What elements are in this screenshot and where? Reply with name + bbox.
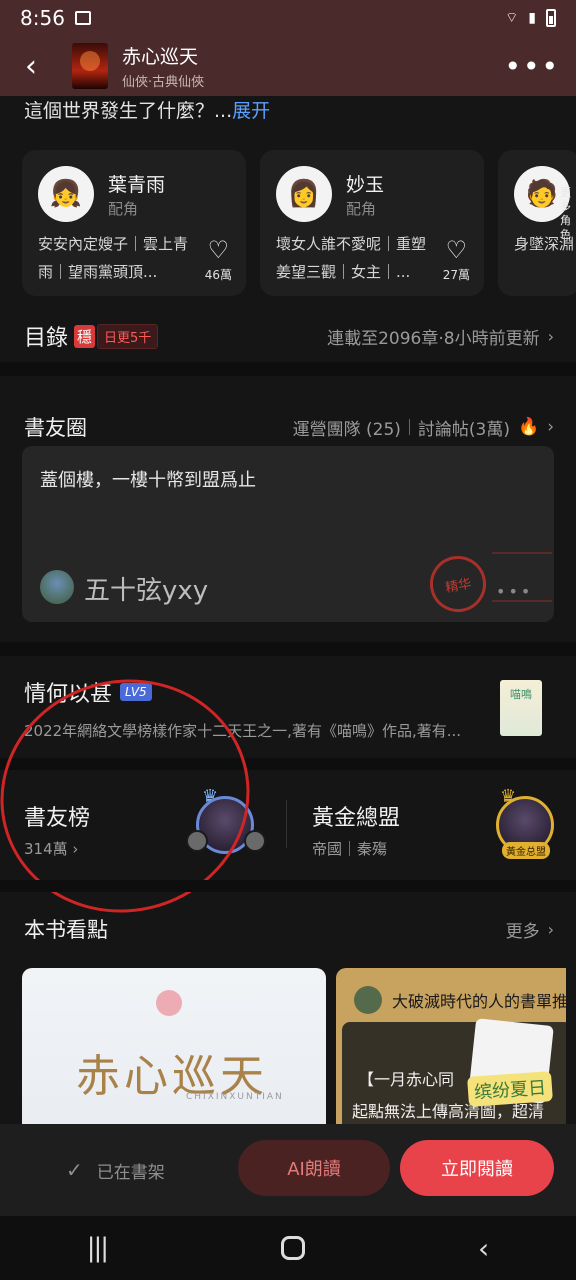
character-role: 配角	[108, 200, 139, 218]
character-avatar: 👩	[276, 166, 332, 222]
like-count: 46萬	[204, 268, 232, 282]
home-icon[interactable]	[280, 1236, 305, 1260]
read-now-button[interactable]: 立即閱讀	[400, 1140, 554, 1196]
status-bar: 8:56 ⌔ ▮	[0, 0, 576, 36]
character-card[interactable]: 👩 妙玉 配角 壞女人誰不愛呢｜重塑姜望三觀｜女主｜... ♡ 27萬	[260, 150, 484, 296]
section-divider	[0, 880, 576, 892]
signal-icon: ▮	[528, 10, 536, 26]
chevron-right-icon[interactable]: ›	[548, 920, 554, 939]
card-subtitle: CHIXINXUNTIAN	[186, 1092, 284, 1102]
character-role: 配角	[346, 200, 377, 218]
book-title: 赤心巡天	[122, 46, 199, 68]
status-icons: ⌔ ▮	[505, 9, 556, 27]
recent-apps-icon[interactable]: |||	[87, 1233, 109, 1263]
chevron-right-icon: ›	[547, 326, 554, 346]
stable-badge: 穩	[74, 324, 96, 348]
daily-update-badge: 日更5千	[97, 323, 159, 349]
book-cover-thumbnail	[72, 43, 108, 89]
stamp-label: 精华	[444, 576, 473, 596]
summer-sticker[interactable]: 缤纷夏日	[467, 1071, 553, 1107]
character-card[interactable]: 👧 葉青雨 配角 安安內定嫂子｜雲上青雨｜望雨黨頭頂... ♡ 46萬	[22, 150, 246, 296]
ellipsis-icon: •••	[496, 582, 534, 601]
more-roles-link[interactable]: 更多角色	[560, 186, 576, 242]
flame-icon: 🔥	[518, 417, 540, 437]
top-bar: ‹ 赤心巡天 仙俠·古典仙俠 •••	[0, 36, 576, 96]
heart-icon: ♡	[207, 236, 230, 264]
like-count: 27萬	[442, 268, 470, 282]
highlights-header: 本书看點 更多 ›	[24, 914, 554, 944]
character-name: 妙玉	[346, 174, 385, 196]
toc-title: 目錄	[24, 326, 69, 351]
team-link[interactable]: 運營團隊 (25)	[293, 415, 401, 440]
character-list: 👧 葉青雨 配角 安安內定嫂子｜雲上青雨｜望雨黨頭頂... ♡ 46萬 👩 妙玉…	[22, 150, 576, 296]
circle-header: 書友圈 運營團隊 (25) 討論帖(3萬) 🔥 ›	[24, 412, 554, 442]
character-desc: 壞女人誰不愛呢｜重塑姜望三觀｜女主｜...	[276, 235, 427, 281]
section-divider	[0, 642, 576, 656]
avatar[interactable]	[40, 570, 74, 604]
on-shelf-indicator[interactable]: ✓ 已在書架	[66, 1158, 165, 1183]
more-options-icon[interactable]: •••	[504, 50, 560, 83]
highlights-more-link[interactable]: 更多	[506, 917, 540, 942]
book-meta: 赤心巡天 仙俠·古典仙俠	[122, 42, 204, 90]
gallery-icon	[74, 11, 91, 25]
section-divider	[0, 362, 576, 376]
highlights-title: 本书看點	[24, 918, 108, 942]
expand-link[interactable]: 展开	[232, 100, 270, 122]
system-nav-bar: ||| ‹	[0, 1216, 576, 1280]
avatar	[244, 830, 266, 852]
featured-stamp-icon: 精华	[425, 551, 491, 617]
character-name: 葉青雨	[108, 174, 166, 196]
bottom-action-bar: ✓ 已在書架 AI朗讀 立即閱讀	[0, 1124, 576, 1216]
featured-post[interactable]: 蓋個樓，一樓十幣到盟爲止 五十弦yxy 精华 •••	[22, 446, 554, 622]
toc-status: 連載至2096章·8小時前更新	[327, 328, 540, 349]
card-title: 大破滅時代的人的書單推	[392, 992, 566, 1011]
rank-separator	[286, 800, 287, 848]
check-icon: ✓	[66, 1158, 83, 1182]
post-text: 蓋個樓，一樓十幣到盟爲止	[40, 470, 256, 491]
status-time: 8:56	[20, 6, 65, 30]
like-button[interactable]: ♡ 46萬	[205, 236, 232, 283]
card-line: 【一月赤心同	[358, 1070, 455, 1089]
book-category: 仙俠·古典仙俠	[122, 75, 205, 90]
battery-icon	[546, 9, 556, 27]
sun-icon	[156, 990, 182, 1016]
ai-read-button[interactable]: AI朗讀	[238, 1140, 390, 1196]
intro-text: 這個世界發生了什麼？...	[24, 100, 233, 122]
posts-link[interactable]: 討論帖(3萬)	[418, 415, 510, 440]
table-of-contents-row[interactable]: 目錄 穩 日更5千 連載至2096章·8小時前更新 ›	[24, 320, 554, 352]
highlight-card[interactable]: 赤心巡天 CHIXINXUNTIAN	[22, 968, 326, 1128]
heart-icon: ♡	[445, 236, 468, 264]
character-desc: 安安內定嫂子｜雲上青雨｜望雨黨頭頂...	[38, 235, 189, 281]
circle-meta: 運營團隊 (25) 討論帖(3萬) 🔥 ›	[293, 415, 554, 440]
poster-name[interactable]: 五十弦yxy	[84, 570, 208, 607]
character-avatar: 👧	[38, 166, 94, 222]
chevron-right-icon[interactable]: ›	[547, 417, 554, 437]
circle-title: 書友圈	[24, 416, 87, 440]
separator	[408, 419, 410, 435]
like-button[interactable]: ♡ 27萬	[443, 236, 470, 283]
gold-alliance-tag: 黃金总盟	[502, 842, 550, 859]
on-shelf-label: 已在書架	[96, 1162, 165, 1183]
wifi-icon: ⌔	[505, 10, 519, 26]
back-icon[interactable]: ‹	[16, 49, 46, 84]
back-nav-icon[interactable]: ‹	[478, 1232, 489, 1265]
author-book-cover[interactable]: 喵鳴	[500, 680, 542, 736]
avatar	[354, 986, 382, 1014]
book-intro: 這個世界發生了什麼？...展开	[24, 96, 270, 123]
